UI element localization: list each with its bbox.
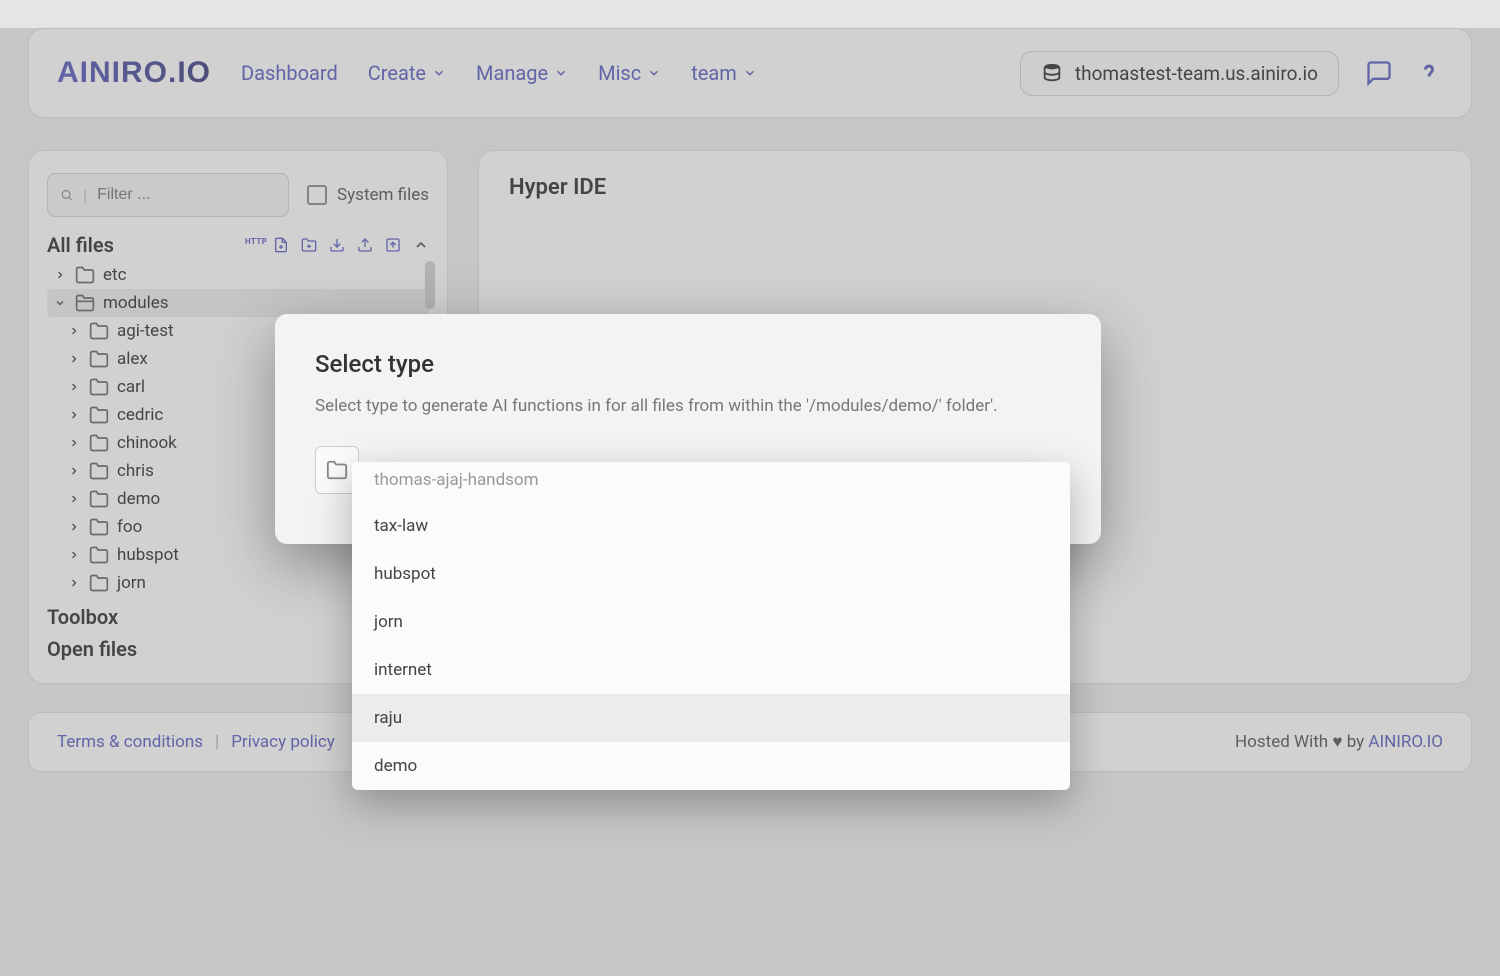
folder-icon — [326, 459, 348, 481]
dropdown-option-raju[interactable]: raju — [352, 694, 1070, 742]
type-dropdown: thomas-ajaj-handsomtax-lawhubspotjornint… — [352, 462, 1070, 790]
modal-title: Select type — [315, 350, 1061, 378]
dropdown-option-thomas-ajaj-handsom[interactable]: thomas-ajaj-handsom — [352, 462, 1070, 502]
dropdown-option-tax-law[interactable]: tax-law — [352, 502, 1070, 550]
modal-description: Select type to generate AI functions in … — [315, 396, 1061, 416]
dropdown-option-jorn[interactable]: jorn — [352, 598, 1070, 646]
modal-overlay[interactable]: Select type Select type to generate AI f… — [0, 28, 1500, 976]
dropdown-option-demo[interactable]: demo — [352, 742, 1070, 790]
dropdown-option-internet[interactable]: internet — [352, 646, 1070, 694]
dropdown-option-hubspot[interactable]: hubspot — [352, 550, 1070, 598]
